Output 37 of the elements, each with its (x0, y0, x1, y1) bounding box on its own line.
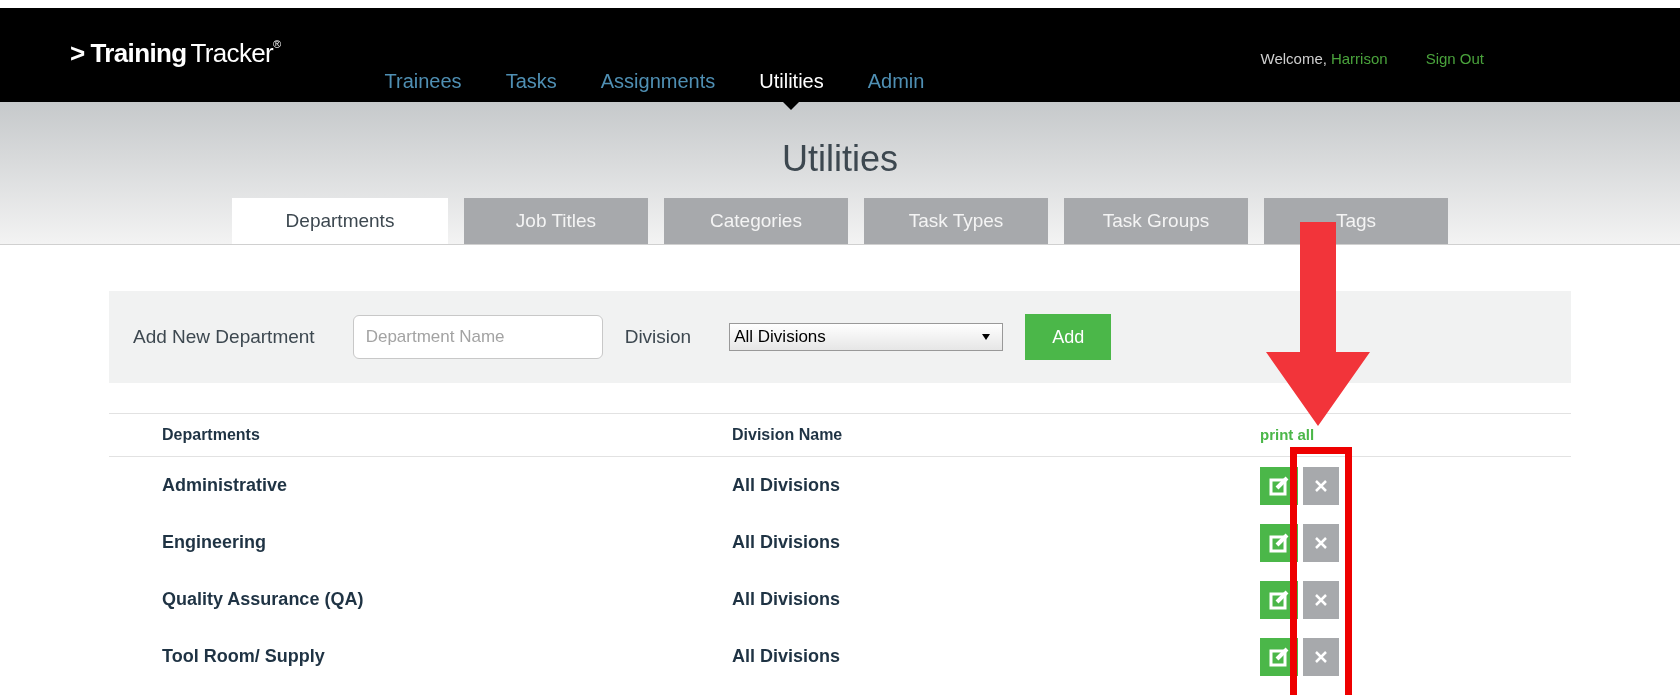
division-select[interactable]: All Divisions (729, 323, 1004, 351)
delete-button[interactable] (1303, 523, 1339, 562)
tab[interactable]: Departments (232, 198, 448, 244)
department-cell-text: Administrative (162, 474, 289, 497)
division-cell-text: All Divisions (732, 474, 842, 497)
edit-icon (1268, 474, 1290, 497)
edit-icon (1268, 588, 1290, 611)
division-cell-text: All Divisions (732, 645, 842, 668)
nav-link[interactable]: Tasks (505, 66, 557, 96)
nav-link[interactable]: Assignments (600, 66, 716, 96)
edit-icon (1268, 531, 1290, 554)
dropdown-arrow-icon (982, 334, 991, 340)
department-cell-text: Quality Assurance (QA) (162, 588, 365, 611)
edit-icon (1268, 645, 1290, 668)
column-header: Division Name (732, 425, 844, 445)
department-name-field[interactable]: Department Name (352, 315, 603, 359)
nav-link[interactable]: Admin (867, 66, 925, 96)
department-cell-text: Tool Room/ Supply (162, 645, 326, 668)
division-cell-text: All Divisions (732, 531, 842, 554)
division-label: Division (624, 324, 692, 349)
delete-button[interactable] (1303, 466, 1339, 505)
close-icon (1315, 536, 1327, 549)
column-header: Departments (162, 425, 261, 445)
form-label: Add New Department (133, 324, 315, 349)
page-title: Utilities (782, 137, 898, 181)
welcome-text: Welcome, (1260, 49, 1327, 69)
sign-out-link[interactable]: Sign Out (1425, 48, 1484, 71)
close-icon (1315, 650, 1327, 663)
close-icon (1315, 593, 1327, 606)
division-cell-text: All Divisions (732, 588, 842, 611)
department-cell-text: Engineering (162, 531, 267, 554)
nav-link[interactable]: Trainees (384, 66, 462, 96)
close-icon (1315, 479, 1327, 492)
logo[interactable]: > TrainingTracker® (70, 34, 281, 73)
delete-button[interactable] (1303, 580, 1339, 619)
delete-button[interactable] (1303, 637, 1339, 676)
user-name[interactable]: Harrison (1330, 48, 1388, 71)
